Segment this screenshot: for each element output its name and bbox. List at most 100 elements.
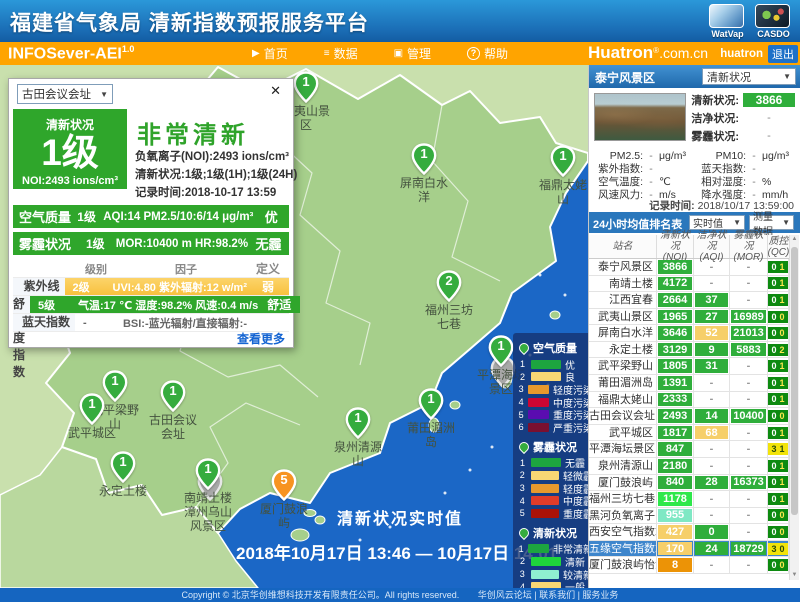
row-noi-value: 2333: [658, 393, 692, 407]
table-row[interactable]: 泰宁风景区 3866 - - 01: [589, 259, 789, 276]
row-noi-value: 4172: [658, 277, 692, 291]
legend-item-number: 1: [518, 544, 524, 554]
col-aqi: 洁净状况: [694, 230, 729, 252]
marker-level-number: 1: [195, 461, 221, 476]
table-row[interactable]: 泉州清源山 2180 - - 01: [589, 458, 789, 475]
row-qc-badge: 02: [768, 344, 787, 356]
record-time-value: 2018/10/17 13:59:00: [698, 200, 794, 212]
watvap-logo-image: [709, 4, 744, 28]
nav-menu-item[interactable]: ▶ 首页: [252, 45, 288, 62]
table-row[interactable]: 福鼎太姥山 2333 - - 01: [589, 392, 789, 409]
row-qc-badge: 01: [768, 427, 787, 439]
logout-button[interactable]: 退出: [768, 45, 798, 63]
legend-group-haze: 雾霾状况 1 无霾 2 轻微霾 3 轻度霾 4 中度: [513, 437, 588, 520]
table-row[interactable]: 武平梁野山 1805 31 - 01: [589, 358, 789, 375]
row-station-name: 福州三坊七巷: [589, 491, 657, 508]
casdo-logo-label: CASDO: [755, 29, 792, 39]
brand-version: 1.0: [122, 44, 135, 54]
index-factor: BSI:-蓝光辐射/直接辐射:-: [123, 315, 247, 331]
table-row[interactable]: 永定土楼 3129 9 5883 02: [589, 342, 789, 359]
legend-item-number: 1: [518, 359, 527, 369]
table-row[interactable]: 黑河负氧离子 955 - - 00: [589, 508, 789, 525]
marker-station-label: 屏南白水 洋: [386, 176, 462, 204]
table-row[interactable]: 江西宜春 2664 37 - 01: [589, 292, 789, 309]
legend-item-number: 2: [518, 556, 527, 566]
row-station-name: 武夷山景区: [589, 309, 657, 326]
scroll-down-icon[interactable]: ▼: [790, 571, 799, 580]
ranking-table-header: 站名 清新状况(NOI) 洁净状况(AQI) 雾霾状况(MOR) 质控(QC): [589, 235, 789, 259]
table-row[interactable]: 武夷山景区 1965 27 16989 00: [589, 309, 789, 326]
legend-item: 1 优: [513, 358, 588, 371]
legend-color-swatch: [531, 458, 561, 467]
metric-value: -: [643, 150, 659, 162]
row-station-name: 泰宁风景区: [589, 259, 657, 276]
table-row[interactable]: 西安空气指数站 427 0 - 00: [589, 524, 789, 541]
table-row[interactable]: 屏南白水洋 3646 52 21013 00: [589, 325, 789, 342]
map-overlay-title: 清新状况实时值: [290, 505, 510, 529]
casdo-logo-image: [755, 4, 790, 28]
stat-row: 雾霾状况: -: [687, 127, 797, 145]
index-def: 弱: [247, 278, 289, 295]
row-noi-value: 847: [658, 442, 692, 456]
table-scrollbar[interactable]: ▲ ▼: [789, 235, 799, 580]
view-more-link[interactable]: 查看更多: [237, 330, 285, 347]
legend-item: 6 严重污染: [513, 421, 588, 434]
row-aqi-value: 37: [695, 293, 728, 307]
nav-menu-item[interactable]: ≡ 数据: [324, 45, 358, 62]
casdo-logo[interactable]: CASDO: [755, 4, 792, 39]
row-aqi-value: -: [695, 459, 728, 473]
row-aqi-value: -: [695, 376, 728, 390]
station-select[interactable]: 古田会议会址 ▼: [17, 84, 113, 104]
nav-item-label: 数据: [334, 45, 358, 62]
data-type-select[interactable]: 测量数据 ▼: [749, 215, 794, 230]
table-row[interactable]: 古田会议会址 2493 14 10400 00: [589, 408, 789, 425]
row-qc-badge: 01: [768, 360, 787, 372]
ranking-table-body: 泰宁风景区 3866 - - 01 南靖土楼 4172 - - 01 江西宜春 …: [589, 259, 789, 574]
band-level: 1级: [86, 235, 116, 252]
row-aqi-value: 52: [695, 326, 728, 340]
scroll-up-icon[interactable]: ▲: [790, 235, 799, 244]
table-row[interactable]: 五缘空气指数站 170 24 18729 30: [589, 541, 789, 558]
legend-color-swatch: [531, 496, 559, 505]
watvap-logo[interactable]: WatVap: [709, 4, 746, 39]
huatron-logo[interactable]: Huatron®.com.cn: [588, 43, 708, 63]
nav-item-icon: ≡: [324, 48, 330, 60]
table-row[interactable]: 厦门鼓浪屿 840 28 16373 01: [589, 475, 789, 492]
top-header: 福建省气象局 清新指数预报服务平台 WatVap CASDO: [0, 0, 800, 42]
value-type-select[interactable]: 实时值 ▼: [689, 215, 745, 230]
nav-menu-item[interactable]: ▣ 管理: [394, 45, 431, 62]
nav-menu-item[interactable]: ? 帮助: [467, 45, 508, 62]
footer: Copyright © 北京华创维想科技开发有限责任公司。All rights …: [0, 588, 800, 602]
table-row[interactable]: 莆田湄洲岛 1391 - - 01: [589, 375, 789, 392]
close-icon[interactable]: ✕: [270, 83, 281, 99]
row-mor-value: -: [731, 293, 766, 307]
header-level: 级别: [77, 261, 125, 277]
table-row[interactable]: 厦门鼓浪屿怡派 8 - - 00: [589, 557, 789, 574]
row-mor-value: 18729: [731, 542, 766, 556]
nav-item-icon: ?: [467, 47, 480, 60]
legend-group-title: 雾霾状况: [533, 439, 577, 455]
footer-links[interactable]: 华创风云论坛 | 联系我们 | 服务业务: [478, 590, 619, 600]
table-row[interactable]: 南靖土楼 4172 - - 01: [589, 276, 789, 293]
col-noi: 清新状况: [657, 230, 693, 252]
marker-level-number: 1: [411, 146, 437, 161]
legend-item: 5 重度霾: [513, 507, 588, 520]
metric-unit: μg/m³: [659, 150, 686, 162]
row-qc-badge: 01: [768, 493, 787, 505]
row-station-name: 平潭海坛景区: [589, 441, 657, 458]
table-row[interactable]: 平潭海坛景区 847 - - 31: [589, 441, 789, 458]
row-noi-value: 840: [658, 476, 692, 490]
table-row[interactable]: 武平城区 1817 68 - 01: [589, 425, 789, 442]
legend-item-number: 5: [518, 508, 527, 518]
col-mor: 雾霾状况: [730, 230, 767, 252]
panel-metric-select[interactable]: 清新状况 ▼: [702, 68, 796, 85]
table-row[interactable]: 福州三坊七巷 1178 - - 01: [589, 491, 789, 508]
station-select-value: 古田会议会址: [22, 86, 91, 102]
index-factor: 气温:17 ℃ 湿度:98.2% 风速:0.4 m/s: [78, 297, 258, 313]
legend-item-label: 严重污染: [553, 420, 588, 435]
row-aqi-value: -: [695, 277, 728, 291]
map[interactable]: 清新状况实时值 2018年10月17日 13:46 — 10月17日 14:01…: [0, 65, 588, 588]
legend-group-title: 清新状况: [533, 525, 577, 541]
metric-value: -: [746, 176, 762, 188]
scrollbar-thumb[interactable]: [791, 247, 798, 515]
